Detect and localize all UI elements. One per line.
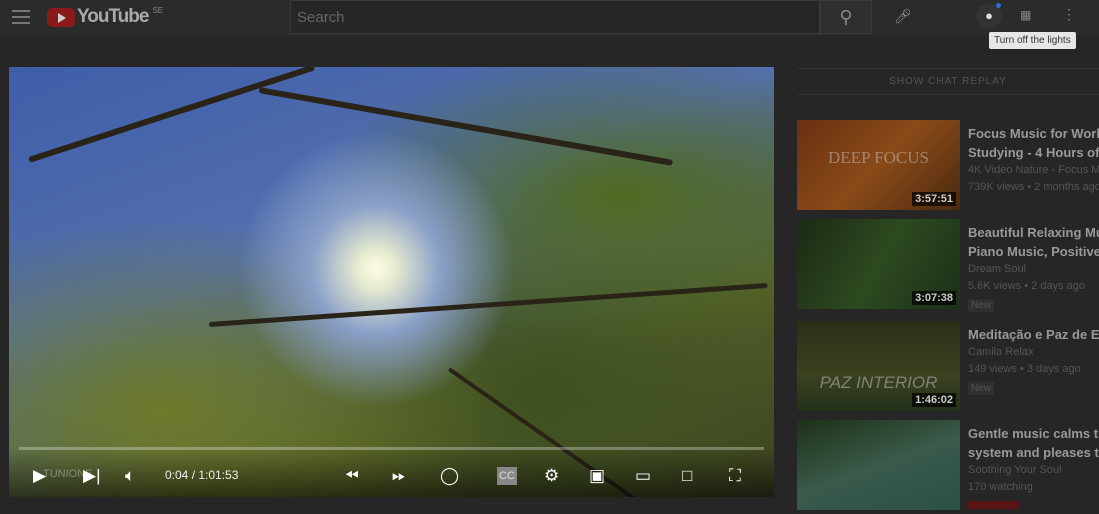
video-stats: 170 watching: [968, 481, 1033, 493]
new-badge: New: [968, 299, 995, 312]
more-options-icon[interactable]: ⋮: [1062, 6, 1076, 23]
notification-dot: [996, 3, 1001, 8]
fullscreen-icon[interactable]: ⛶: [729, 467, 741, 485]
related-video[interactable]: DEEP FOCUS 3:57:51 Focus Music for Work St…: [797, 120, 1099, 212]
related-video[interactable]: Gentle music calms th system and pleases …: [797, 420, 1099, 512]
rewind-icon[interactable]: ⏪︎: [345, 467, 359, 485]
channel-name[interactable]: Camila Relax: [968, 344, 1099, 361]
youtube-logo[interactable]: YouTube SE: [47, 6, 163, 28]
progress-bar[interactable]: [19, 447, 764, 450]
logo-text: YouTube: [77, 6, 149, 27]
microphone-icon[interactable]: 🎤︎: [894, 8, 912, 25]
video-title[interactable]: Focus Music for Work: [968, 124, 1099, 143]
video-frame-branch: [258, 87, 674, 166]
player-controls: ▶ TUNIONE ▶| 🔈︎ 0:04 / 1:01:53 ⏪︎ ⏩︎ ◯ C…: [9, 447, 774, 497]
apps-grid-icon[interactable]: ▦: [1020, 8, 1031, 22]
show-chat-replay-button[interactable]: SHOW CHAT REPLAY: [797, 68, 1099, 95]
search-input[interactable]: Search: [290, 0, 820, 34]
related-video[interactable]: PAZ INTERIOR 1:46:02 Meditação e Paz de E…: [797, 321, 1099, 413]
video-frame-branch: [208, 282, 768, 327]
video-frame-branch: [28, 67, 316, 163]
related-video[interactable]: 3:07:38 Beautiful Relaxing Mu Piano Music…: [797, 219, 1099, 312]
settings-icon[interactable]: ⚙: [544, 467, 559, 485]
video-title[interactable]: system and pleases th: [968, 443, 1099, 462]
video-thumbnail[interactable]: 3:07:38: [797, 219, 960, 309]
volume-icon[interactable]: 🔈︎: [125, 467, 135, 485]
tooltip: Turn off the lights: [989, 32, 1076, 49]
next-icon[interactable]: ▶|: [83, 467, 101, 485]
live-badge: [968, 501, 1020, 509]
search-icon: ⚲: [839, 7, 853, 27]
video-stats: 149 views • 3 days ago: [968, 363, 1081, 375]
duration-badge: 3:57:51: [912, 192, 956, 206]
video-title[interactable]: Studying - 4 Hours of: [968, 143, 1099, 162]
fast-forward-icon[interactable]: ⏩︎: [392, 467, 406, 485]
top-bar: YouTube SE Search ⚲ 🎤︎ ● ▦ ⋮: [0, 0, 1099, 36]
channel-name[interactable]: 4K Video Nature - Focus M: [968, 162, 1099, 179]
theater-mode-icon[interactable]: ▭: [635, 467, 651, 485]
video-thumbnail[interactable]: DEEP FOCUS 3:57:51: [797, 120, 960, 210]
region-code: SE: [152, 6, 164, 15]
video-title[interactable]: Piano Music, Positive: [968, 242, 1099, 261]
duration-badge: 3:07:38: [912, 291, 956, 305]
cast-icon[interactable]: □: [682, 467, 692, 485]
miniplayer-icon[interactable]: ▣: [589, 467, 605, 485]
channel-name[interactable]: Dream Soul: [968, 261, 1099, 278]
channel-name[interactable]: Soothing Your Soul: [968, 462, 1099, 479]
search-button[interactable]: ⚲: [820, 0, 872, 34]
video-player[interactable]: ▶ TUNIONE ▶| 🔈︎ 0:04 / 1:01:53 ⏪︎ ⏩︎ ◯ C…: [9, 67, 774, 497]
thumbnail-text: PAZ INTERIOR: [819, 373, 938, 392]
video-title[interactable]: Beautiful Relaxing Mu: [968, 223, 1099, 242]
time-display: 0:04 / 1:01:53: [165, 468, 239, 482]
video-title[interactable]: Gentle music calms th: [968, 424, 1099, 443]
autoplay-toggle[interactable]: ◯: [440, 467, 459, 485]
video-thumbnail[interactable]: PAZ INTERIOR 1:46:02: [797, 321, 960, 411]
menu-icon[interactable]: [12, 10, 30, 28]
video-stats: 739K views • 2 months ago: [968, 181, 1099, 193]
new-badge: New: [968, 382, 995, 395]
video-stats: 5.6K views • 2 days ago: [968, 280, 1085, 292]
duration-badge: 1:46:02: [912, 393, 956, 407]
play-logo-icon: [47, 7, 75, 27]
video-title[interactable]: Meditação e Paz de E: [968, 325, 1099, 344]
video-thumbnail[interactable]: [797, 420, 960, 510]
captions-icon[interactable]: CC: [497, 467, 517, 485]
thumbnail-text: DEEP FOCUS: [828, 148, 929, 167]
